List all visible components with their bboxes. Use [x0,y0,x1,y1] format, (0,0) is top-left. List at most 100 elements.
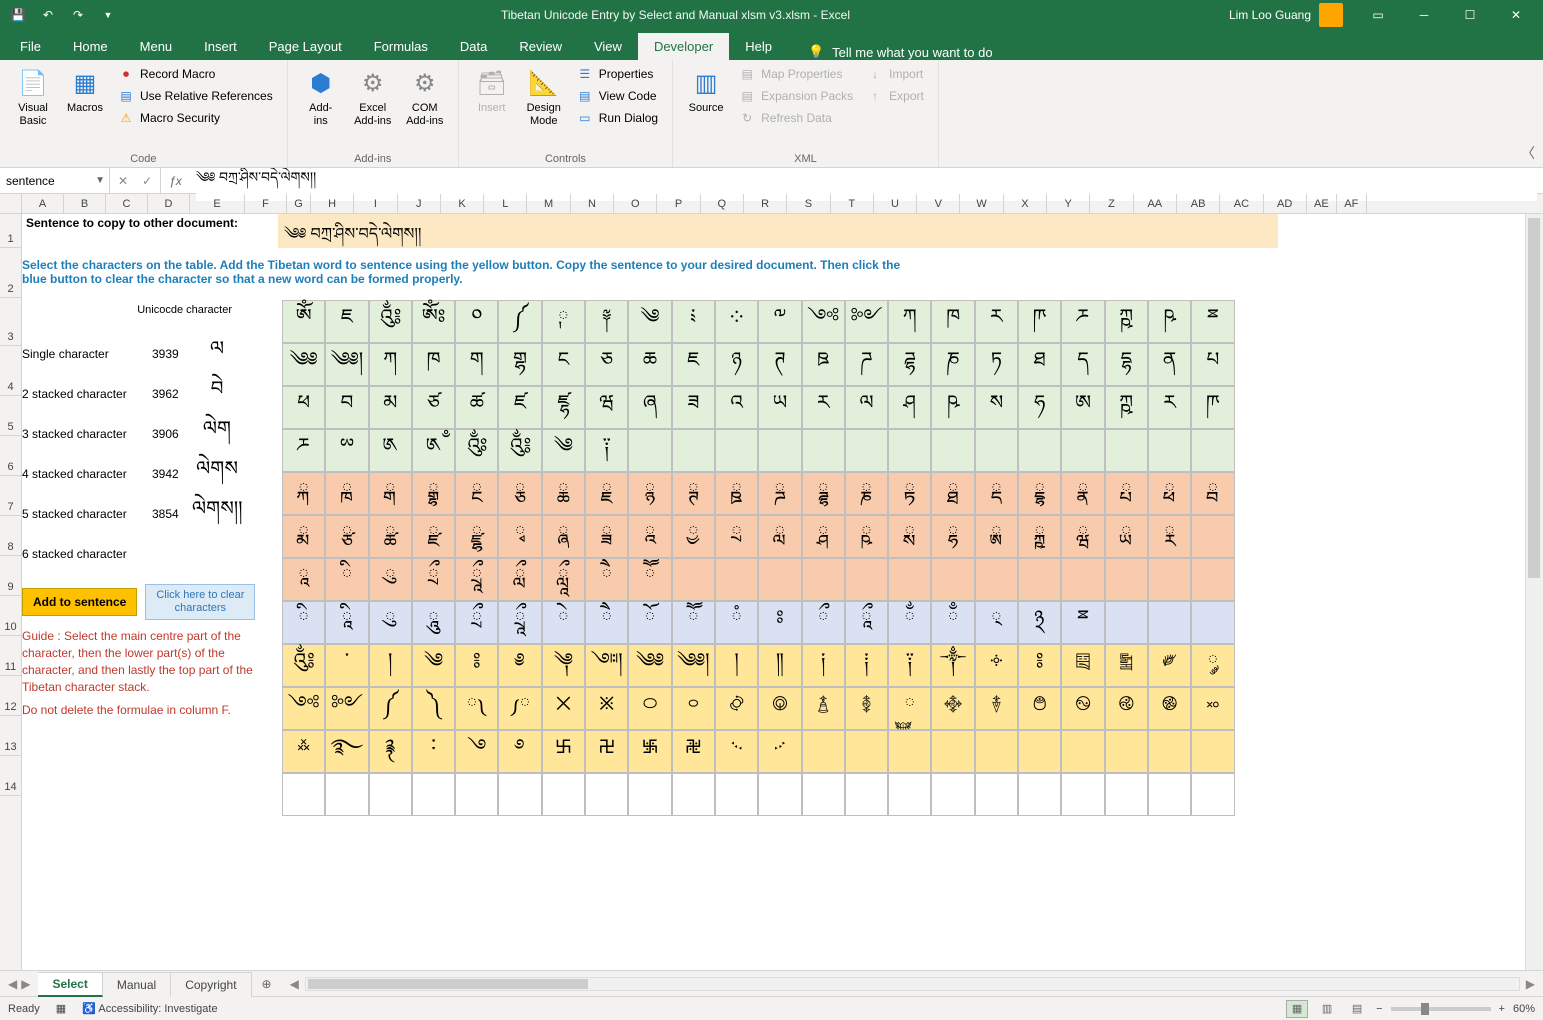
char-cell-r10-c10[interactable]: ࿙ [715,730,758,773]
record-macro-button[interactable]: ⏺Record Macro [112,64,279,84]
macro-record-icon[interactable]: ▦ [56,1002,66,1015]
col-header-AA[interactable]: AA [1134,194,1177,213]
horizontal-scrollbar[interactable]: ◀ ▶ [282,971,1543,996]
char-cell-r11-c15[interactable] [931,773,974,816]
sheet-prev-icon[interactable]: ◀ [8,977,17,991]
char-cell-r5-c14[interactable]: ྶ [888,515,931,558]
macros-button[interactable]: ▦ Macros [60,64,110,151]
col-header-F[interactable]: F [245,194,287,213]
normal-view-button[interactable]: ▦ [1286,1000,1308,1018]
add-to-sentence-button[interactable]: Add to sentence [22,588,137,616]
zoom-in-button[interactable]: + [1499,1003,1505,1015]
col-header-B[interactable]: B [64,194,106,213]
char-cell-r6-c19[interactable] [1105,558,1148,601]
qat-customize[interactable]: ▼ [94,2,122,28]
char-cell-r2-c20[interactable]: ཪ [1148,386,1191,429]
visual-basic-button[interactable]: 📄 Visual Basic [8,64,58,151]
char-cell-r9-c12[interactable]: ࿄ [802,687,845,730]
char-cell-r9-c14[interactable]: ࿆ [888,687,931,730]
add-sheet-button[interactable]: ⊕ [252,971,282,996]
col-header-R[interactable]: R [744,194,787,213]
char-cell-r2-c21[interactable]: ཫ [1191,386,1234,429]
char-cell-r10-c17[interactable] [1018,730,1061,773]
col-header-AF[interactable]: AF [1337,194,1367,213]
char-cell-r9-c16[interactable]: ࿈ [975,687,1018,730]
save-button[interactable]: 💾 [4,2,32,28]
page-break-view-button[interactable]: ▤ [1346,1000,1368,1018]
tab-file[interactable]: File [4,33,57,60]
char-cell-r5-c21[interactable] [1191,515,1234,558]
char-cell-r2-c12[interactable]: ར [802,386,845,429]
char-cell-r11-c6[interactable] [542,773,585,816]
row-header-9[interactable]: 9 [0,556,21,596]
char-cell-r10-c0[interactable]: ࿏ [282,730,325,773]
tell-me[interactable]: 💡 Tell me what you want to do [808,44,993,60]
col-header-L[interactable]: L [484,194,527,213]
col-header-O[interactable]: O [614,194,657,213]
col-header-I[interactable]: I [354,194,397,213]
sheet-tab-select[interactable]: Select [38,972,102,997]
char-cell-r9-c13[interactable]: ࿅ [845,687,888,730]
col-header-D[interactable]: D [148,194,190,213]
char-cell-r10-c7[interactable]: ࿖ [585,730,628,773]
name-box[interactable]: ▼ [0,168,110,193]
char-cell-r11-c11[interactable] [758,773,801,816]
col-header-U[interactable]: U [874,194,917,213]
char-cell-r2-c9[interactable]: ཟ [672,386,715,429]
sheet-tab-copyright[interactable]: Copyright [171,972,251,997]
char-cell-r11-c14[interactable] [888,773,931,816]
sheet-next-icon[interactable]: ▶ [21,977,30,991]
zoom-level[interactable]: 60% [1513,1003,1535,1015]
name-box-input[interactable] [6,174,103,188]
char-cell-r11-c19[interactable] [1105,773,1148,816]
accept-formula-button[interactable]: ✓ [138,172,156,190]
page-layout-view-button[interactable]: ▥ [1316,1000,1338,1018]
char-cell-r9-c21[interactable]: ࿎ [1191,687,1234,730]
cancel-formula-button[interactable]: ✕ [114,172,132,190]
row-header-12[interactable]: 12 [0,676,21,716]
col-header-K[interactable]: K [441,194,484,213]
tab-view[interactable]: View [578,33,638,60]
properties-button[interactable]: ☰Properties [571,64,664,84]
char-cell-r11-c4[interactable] [455,773,498,816]
user-area[interactable]: Lim Loo Guang [1229,3,1343,27]
tab-data[interactable]: Data [444,33,503,60]
row-header-11[interactable]: 11 [0,636,21,676]
col-header-C[interactable]: C [106,194,148,213]
char-cell-r5-c18[interactable]: ྺ [1061,515,1104,558]
char-cell-r10-c13[interactable] [845,730,888,773]
char-cell-r11-c1[interactable] [325,773,368,816]
excel-addins-button[interactable]: ⚙Excel Add-ins [348,64,398,151]
col-header-Z[interactable]: Z [1090,194,1133,213]
char-cell-r2-c8[interactable]: ཞ [628,386,671,429]
char-cell-r10-c12[interactable] [802,730,845,773]
char-cell-r11-c17[interactable] [1018,773,1061,816]
run-dialog-button[interactable]: ▭Run Dialog [571,108,664,128]
col-header-G[interactable]: G [287,194,311,213]
char-cell-r11-c8[interactable] [628,773,671,816]
col-header-H[interactable]: H [311,194,354,213]
col-header-A[interactable]: A [22,194,64,213]
row-header-13[interactable]: 13 [0,716,21,756]
tab-developer[interactable]: Developer [638,33,729,60]
maximize-button[interactable]: ☐ [1447,0,1493,30]
col-header-S[interactable]: S [787,194,830,213]
char-cell-r5-c15[interactable]: ྷ [931,515,974,558]
col-header-W[interactable]: W [960,194,1003,213]
tab-formulas[interactable]: Formulas [358,33,444,60]
relative-refs-button[interactable]: ▤Use Relative References [112,86,279,106]
fx-label[interactable]: ƒx [161,168,190,193]
zoom-out-button[interactable]: − [1376,1003,1382,1015]
insert-control-button[interactable]: 🗃Insert [467,64,517,151]
char-cell-r11-c20[interactable] [1148,773,1191,816]
char-cell-r10-c19[interactable] [1105,730,1148,773]
char-cell-r2-c18[interactable]: ཨ [1061,386,1104,429]
char-cell-r11-c9[interactable] [672,773,715,816]
col-header-J[interactable]: J [398,194,441,213]
char-cell-r5-c17[interactable]: ྐྵ [1018,515,1061,558]
row-header-7[interactable]: 7 [0,476,21,516]
col-header-P[interactable]: P [657,194,700,213]
ribbon-collapse[interactable]: 〈 [1521,143,1535,163]
col-header-M[interactable]: M [527,194,570,213]
char-cell-r10-c8[interactable]: ࿗ [628,730,671,773]
